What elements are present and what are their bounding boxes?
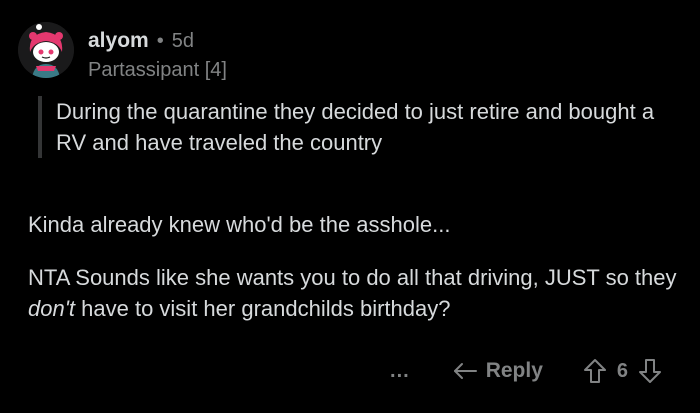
paragraph-text: have to visit her grandchilds birthday?: [75, 296, 451, 321]
author-row: alyom • 5d: [88, 30, 227, 54]
avatar[interactable]: [18, 22, 74, 78]
block-quote: During the quarantine they decided to ju…: [38, 96, 686, 158]
comment-age: 5d: [171, 30, 194, 52]
vote-controls: 6: [583, 358, 662, 384]
comment-paragraph: Kinda already knew who'd be the asshole.…: [28, 212, 451, 237]
username[interactable]: alyom: [88, 30, 149, 51]
paragraph-text: NTA Sounds like she wants you to do all …: [28, 265, 677, 290]
separator-dot: •: [156, 30, 164, 52]
reply-button[interactable]: Reply: [452, 359, 543, 383]
user-flair: Partassipant [4]: [88, 59, 227, 81]
downvote-arrow-icon[interactable]: [638, 358, 662, 384]
reply-arrow-icon: [453, 363, 477, 379]
comment-actions: ... Reply 6: [390, 358, 662, 384]
snoo-avatar-icon: [18, 22, 74, 78]
comment-paragraph: NTA Sounds like she wants you to do all …: [28, 262, 678, 324]
reply-label: Reply: [485, 359, 543, 382]
upvote-arrow-icon[interactable]: [583, 358, 607, 384]
more-options-button[interactable]: ...: [390, 360, 410, 383]
emphasis-text: don't: [28, 296, 76, 321]
comment: alyom • 5d Partassipant [4] During the q…: [0, 0, 700, 413]
vote-score: 6: [616, 359, 628, 382]
comment-meta: alyom • 5d Partassipant [4]: [88, 30, 227, 80]
